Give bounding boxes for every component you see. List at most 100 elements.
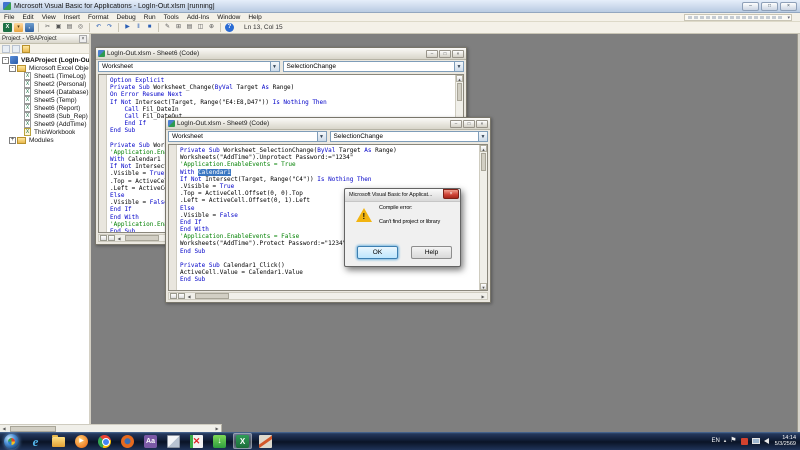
paste-icon[interactable]: ▤ <box>65 23 74 32</box>
restore-button[interactable]: □ <box>761 2 778 11</box>
scroll-thumb[interactable] <box>481 153 486 171</box>
download-manager-icon[interactable]: ↓ <box>210 433 229 449</box>
menu-tools[interactable]: Tools <box>164 14 179 21</box>
project-panel-close-icon[interactable]: × <box>79 35 87 43</box>
code-window-titlebar[interactable]: LogIn-Out.xlsm - Sheet6 (Code) – □ × <box>96 48 466 60</box>
help-question-dropdown[interactable]: ▾ <box>684 14 792 21</box>
toggle-folders-icon[interactable] <box>22 45 30 53</box>
object-browser-icon[interactable]: ◫ <box>196 23 205 32</box>
minimize-button[interactable]: – <box>426 50 438 58</box>
hidden-icons-icon[interactable]: ▴ <box>724 438 727 444</box>
action-center-flag-icon[interactable]: ⚑ <box>730 437 736 445</box>
code-window-titlebar[interactable]: LogIn-Out.xlsm - Sheet9 (Code) – □ × <box>166 118 490 130</box>
menu-file[interactable]: File <box>4 14 14 21</box>
tree-item[interactable]: XSheet8 (Sub_Rep) <box>0 112 89 120</box>
tree-item[interactable]: -VBAProject (LogIn-Out.xlsm) <box>0 56 89 64</box>
close-button[interactable]: × <box>452 50 464 58</box>
restore-button[interactable]: □ <box>463 120 475 128</box>
tree-item[interactable]: XSheet4 (Database) <box>0 88 89 96</box>
find-icon[interactable]: ◎ <box>76 23 85 32</box>
tree-expander-icon[interactable]: - <box>2 57 9 64</box>
media-player-icon[interactable]: ▶ <box>72 433 91 449</box>
tree-item[interactable]: +Modules <box>0 136 89 144</box>
project-explorer-icon[interactable]: ⊞ <box>174 23 183 32</box>
chrome-icon[interactable] <box>95 433 114 449</box>
tree-item[interactable]: XSheet1 (TimeLog) <box>0 72 89 80</box>
blocked-app-icon[interactable]: ✕ <box>187 433 206 449</box>
language-indicator[interactable]: EN <box>711 438 719 444</box>
close-button[interactable]: × <box>476 120 488 128</box>
scroll-right-icon[interactable]: ▶ <box>479 294 487 299</box>
scroll-up-icon[interactable]: ▲ <box>456 75 463 82</box>
help-icon[interactable]: ? <box>225 23 234 32</box>
menu-debug[interactable]: Debug <box>117 14 136 21</box>
internet-explorer-icon[interactable]: e <box>26 433 45 449</box>
start-button[interactable] <box>4 434 19 449</box>
margin-indicator-bar[interactable] <box>99 75 107 232</box>
object-dropdown[interactable]: Worksheet ▼ <box>98 61 280 72</box>
break-icon[interactable]: ‖ <box>134 23 143 32</box>
panel-horizontal-scrollbar[interactable]: ◀ ▶ <box>0 424 222 432</box>
object-dropdown[interactable]: Worksheet ▼ <box>168 131 327 142</box>
scroll-track[interactable] <box>193 293 479 299</box>
toolbox-icon[interactable]: ⊕ <box>207 23 216 32</box>
event-dropdown[interactable]: SelectionChange ▼ <box>330 131 489 142</box>
scroll-track[interactable] <box>8 426 213 432</box>
scroll-left-icon[interactable]: ◀ <box>185 294 193 299</box>
tree-item[interactable]: XSheet2 (Personal) <box>0 80 89 88</box>
properties-window-icon[interactable]: ▤ <box>185 23 194 32</box>
horizontal-scrollbar[interactable]: ◀ ▶ <box>168 292 488 300</box>
menu-window[interactable]: Window <box>217 14 240 21</box>
scroll-left-icon[interactable]: ◀ <box>115 236 123 241</box>
run-icon[interactable]: ▶ <box>123 23 132 32</box>
menu-edit[interactable]: Edit <box>22 14 33 21</box>
insert-userform-icon[interactable]: ▾ <box>14 23 23 32</box>
undo-icon[interactable]: ↶ <box>94 23 103 32</box>
scroll-down-icon[interactable]: ▼ <box>480 283 487 290</box>
reset-icon[interactable]: ■ <box>145 23 154 32</box>
file-explorer-icon[interactable] <box>49 433 68 449</box>
menu-run[interactable]: Run <box>144 14 156 21</box>
vertical-scrollbar[interactable]: ▲ ▼ <box>479 145 487 290</box>
menu-insert[interactable]: Insert <box>64 14 80 21</box>
save-icon[interactable]: ▪ <box>25 23 34 32</box>
tree-item[interactable]: XSheet6 (Report) <box>0 104 89 112</box>
restore-button[interactable]: □ <box>439 50 451 58</box>
dialog-close-button[interactable]: × <box>443 189 459 199</box>
procedure-view-icon[interactable] <box>170 293 177 299</box>
ok-button[interactable]: OK <box>357 246 398 259</box>
menu-view[interactable]: View <box>42 14 56 21</box>
view-code-icon[interactable] <box>2 45 10 53</box>
scroll-thumb[interactable] <box>195 293 229 299</box>
full-module-view-icon[interactable] <box>108 235 115 241</box>
tree-item[interactable]: XSheet9 (AddTime) <box>0 120 89 128</box>
clock[interactable]: 14:14 5/3/2569 <box>775 435 796 448</box>
tree-item[interactable]: XThisWorkbook <box>0 128 89 136</box>
scroll-thumb[interactable] <box>10 426 56 432</box>
close-button[interactable]: × <box>780 2 797 11</box>
scroll-up-icon[interactable]: ▲ <box>480 145 487 152</box>
scroll-left-icon[interactable]: ◀ <box>0 426 8 431</box>
dictionary-app-icon[interactable] <box>164 433 183 449</box>
project-panel-header[interactable]: Project - VBAProject × <box>0 34 89 44</box>
view-excel-icon[interactable]: X <box>3 23 12 32</box>
cut-icon[interactable]: ✂ <box>43 23 52 32</box>
menu-help[interactable]: Help <box>248 14 261 21</box>
full-module-view-icon[interactable] <box>178 293 185 299</box>
scroll-right-icon[interactable]: ▶ <box>213 426 221 431</box>
tree-item[interactable]: -Microsoft Excel Objects <box>0 64 89 72</box>
minimize-button[interactable]: – <box>450 120 462 128</box>
event-dropdown[interactable]: SelectionChange ▼ <box>283 61 465 72</box>
firefox-icon[interactable] <box>118 433 137 449</box>
design-mode-icon[interactable]: ✎ <box>163 23 172 32</box>
redo-icon[interactable]: ↷ <box>105 23 114 32</box>
scroll-thumb[interactable] <box>125 235 159 241</box>
help-button[interactable]: Help <box>411 246 452 259</box>
menu-addins[interactable]: Add-Ins <box>187 14 209 21</box>
margin-indicator-bar[interactable] <box>169 145 177 290</box>
minimize-button[interactable]: – <box>742 2 759 11</box>
font-app-icon[interactable]: Aa <box>141 433 160 449</box>
procedure-view-icon[interactable] <box>100 235 107 241</box>
network-icon[interactable] <box>752 438 760 444</box>
tree-expander-icon[interactable]: + <box>9 137 16 144</box>
